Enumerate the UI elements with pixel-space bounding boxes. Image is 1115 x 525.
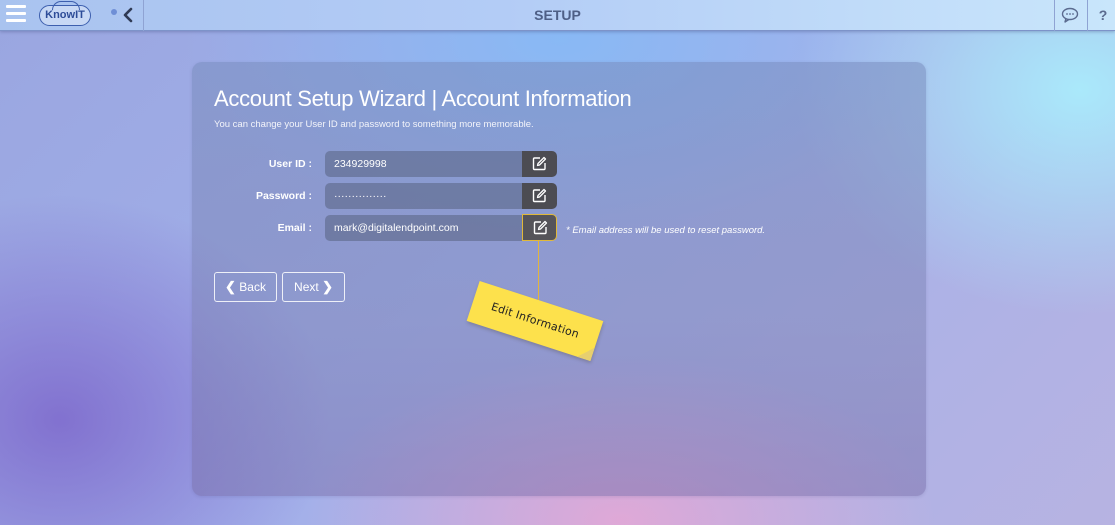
email-edit-button[interactable]: [522, 214, 557, 241]
chevron-left-icon: ❮: [225, 279, 236, 294]
topbar-divider: [1087, 0, 1088, 31]
wizard-panel: Account Setup Wizard | Account Informati…: [192, 62, 926, 496]
next-button[interactable]: Next ❯: [282, 272, 345, 302]
user-id-edit-button[interactable]: [522, 151, 557, 177]
edit-icon: [532, 156, 547, 171]
password-label: Password :: [255, 190, 312, 202]
help-button[interactable]: ?: [1096, 5, 1110, 25]
wizard-title: Account Setup Wizard | Account Informati…: [214, 86, 632, 111]
chat-bubble-icon[interactable]: [1060, 6, 1080, 24]
user-id-label: User ID :: [268, 158, 312, 170]
callout-connector: [538, 241, 539, 305]
chevron-right-icon: ❯: [322, 279, 333, 294]
edit-icon: [533, 220, 548, 235]
back-button-label: Back: [239, 280, 266, 294]
user-id-input[interactable]: [325, 151, 522, 177]
password-input[interactable]: [325, 183, 522, 209]
password-edit-button[interactable]: [522, 183, 557, 209]
edit-icon: [532, 188, 547, 203]
wizard-subtitle: You can change your User ID and password…: [214, 119, 534, 130]
page-title: SETUP: [534, 7, 581, 23]
back-button[interactable]: ❮ Back: [214, 272, 277, 302]
topbar-divider: [1054, 0, 1055, 31]
email-note: * Email address will be used to reset pa…: [566, 225, 766, 236]
knowit-logo[interactable]: KnowIT: [39, 1, 91, 26]
hamburger-menu-icon[interactable]: [6, 5, 26, 23]
next-button-label: Next: [294, 280, 319, 294]
pin-icon: [111, 9, 117, 15]
email-input[interactable]: [325, 215, 522, 241]
topbar-divider: [143, 0, 144, 31]
email-label: Email :: [277, 222, 312, 234]
chevron-left-icon[interactable]: [120, 7, 136, 23]
top-bar: KnowIT SETUP ?: [0, 0, 1115, 31]
